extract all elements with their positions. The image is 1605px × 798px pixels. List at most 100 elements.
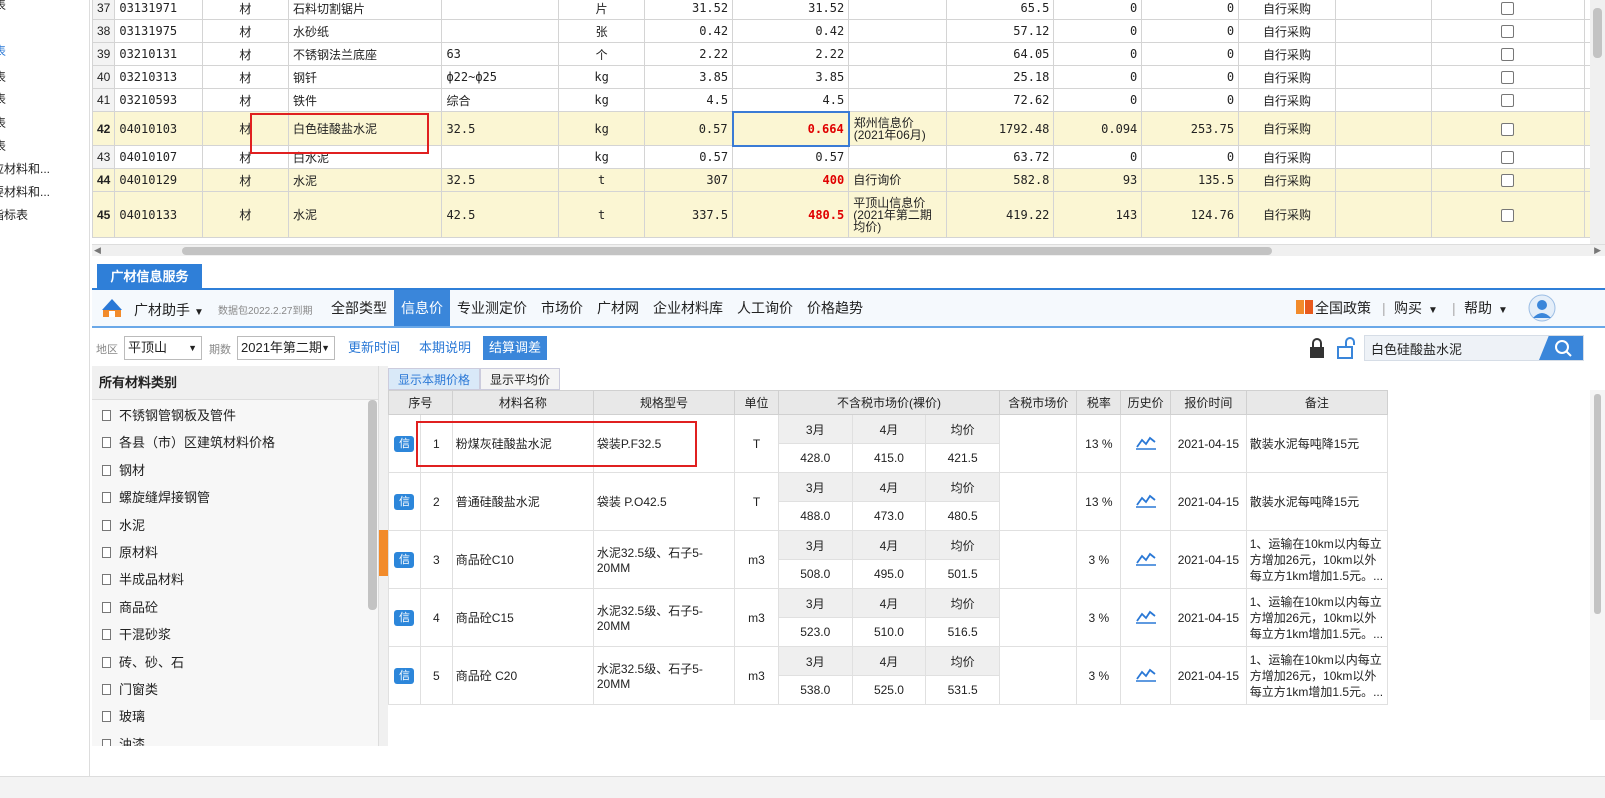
material-type[interactable]: 材 [201,168,290,192]
row-checkbox-cell[interactable] [1430,42,1586,66]
left-nav-item[interactable]: 应材料和... [0,160,50,177]
material-type[interactable]: 材 [201,191,290,238]
row-checkbox[interactable] [1501,48,1515,62]
row-checkbox[interactable] [1501,151,1515,165]
market-price[interactable]: 0.664 [731,110,850,147]
base-price[interactable]: 0.57 [644,111,734,146]
update-time-link[interactable]: 更新时间 [342,336,406,360]
price-diff[interactable]: 0 [1053,19,1143,43]
material-spec[interactable]: 32.5 [441,111,559,146]
price-row[interactable]: 信 2 普通硅酸盐水泥 袋装 P.O42.5 T 3月 4月 均价 13 % 2021-04-15… [388,472,1388,531]
price-value-m3[interactable]: 508.0 [777,559,853,589]
header-quote-time[interactable]: 报价时间 [1170,390,1247,415]
grid-row[interactable]: 39 03210131 材不锈钢法兰底座 63 个 2.22 2.22 64.05 0 0 自行采购 [92,42,1605,66]
material-spec[interactable]: 水泥32.5级、石子5-20MM [592,588,736,647]
category-item[interactable]: 半成品材料 [102,569,184,588]
row-checkbox-cell[interactable] [1430,65,1586,89]
header-tax[interactable]: 税率 [1076,390,1122,415]
diff-total[interactable]: 0 [1141,88,1240,112]
grid-row[interactable]: 42 04010103 材白色硅酸盐水泥 32.5 kg 0.57 0.664 郑州信息价(2… [92,110,1605,147]
quantity[interactable]: 57.12 [945,19,1055,43]
price-row[interactable]: 信 3 商品砼C10 水泥32.5级、石子5-20MM m3 3月 4月 均价 3 % 2021-… [388,530,1388,589]
row-checkbox[interactable] [1501,25,1515,39]
material-name[interactable]: 商品砼C15 [451,588,594,647]
material-code[interactable]: 04010103 [114,111,203,146]
base-price[interactable]: 4.5 [644,88,734,112]
price-source[interactable] [848,19,947,43]
material-unit[interactable]: 片 [557,0,646,20]
quantity[interactable]: 25.18 [945,65,1055,89]
price-diff[interactable]: 0 [1053,88,1143,112]
row-checkbox[interactable] [1501,2,1515,16]
material-spec[interactable]: 袋装 P.O42.5 [592,472,736,531]
material-spec[interactable]: 32.5 [441,168,559,192]
trend-chart-icon[interactable] [1135,492,1157,508]
category-item[interactable]: 商品砼 [102,597,158,616]
material-unit[interactable]: kg [557,88,646,112]
price-row[interactable]: 信 1 粉煤灰硅酸盐水泥 袋装P.F32.5 T 3月 4月 均价 13 % 2021-04-15… [388,414,1388,473]
quantity[interactable]: 1792.48 [945,111,1055,146]
material-unit[interactable]: m3 [734,646,779,705]
left-nav-item[interactable]: 要材料和... [0,183,50,200]
material-code[interactable]: 03131975 [114,19,203,43]
category-item[interactable]: 油漆 [102,734,145,746]
price-value-avg[interactable]: 501.5 [925,559,1000,589]
row-number[interactable]: 43 [92,145,116,169]
help-menu[interactable]: 帮助 ▼ [1464,290,1508,326]
quote-date[interactable]: 2021-04-15 [1170,530,1247,589]
price-source[interactable]: 平顶山信息价(2021年第二期均价) [848,191,947,238]
tab-price-type[interactable]: 人工询价 [730,290,800,326]
left-nav-item[interactable]: 表 [0,114,6,131]
history-cell[interactable] [1120,530,1172,589]
material-spec[interactable]: 63 [441,42,559,66]
grid-row[interactable]: 40 03210313 材钢钎 ф22~ф25 kg 3.85 3.85 25.18 0 0 自行采… [92,65,1605,89]
base-price[interactable]: 307 [644,168,734,192]
price-value-m4[interactable]: 525.0 [851,675,927,705]
collapse-handle[interactable] [379,530,388,576]
material-code[interactable]: 03131971 [114,0,203,20]
market-price[interactable]: 400 [732,168,850,192]
price-diff[interactable]: 143 [1053,191,1143,238]
supply-mode[interactable]: 自行采购 [1238,191,1337,238]
row-checkbox[interactable] [1501,122,1515,136]
tab-price-type[interactable]: 市场价 [534,290,590,326]
price-diff[interactable]: 0.094 [1053,111,1143,146]
tab-price-type[interactable]: 广材网 [590,290,646,326]
price-diff[interactable]: 0 [1053,145,1143,169]
grid-row[interactable]: 38 03131975 材水砂纸张 0.42 0.42 57.12 0 0 自行采购 [92,19,1605,43]
row-number[interactable]: 45 [92,191,116,238]
material-name[interactable]: 白水泥 [288,145,443,169]
material-spec[interactable] [441,19,559,43]
supply-mode[interactable]: 自行采购 [1238,42,1337,66]
price-diff[interactable]: 0 [1053,42,1143,66]
supply-mode[interactable]: 自行采购 [1238,111,1337,146]
diff-total[interactable]: 124.76 [1141,191,1240,238]
policy-button[interactable]: 全国政策 [1295,290,1371,326]
tab-price-type[interactable]: 专业测定价 [450,290,534,326]
left-nav-item[interactable]: 指标表 [0,206,28,223]
row-number[interactable]: 1 [419,414,453,473]
material-type[interactable]: 材 [201,19,290,43]
category-item[interactable]: 螺旋缝焊接钢管 [102,487,210,506]
row-number[interactable]: 40 [92,65,116,89]
material-name[interactable]: 铁件 [288,88,443,112]
trend-chart-icon[interactable] [1135,550,1157,566]
quote-date[interactable]: 2021-04-15 [1170,588,1247,647]
trend-chart-icon[interactable] [1135,666,1157,682]
material-name[interactable]: 白色硅酸盐水泥 [288,111,443,146]
material-name[interactable]: 钢钎 [288,65,443,89]
category-item[interactable]: 不锈钢管钢板及管件 [102,405,236,424]
grid-horizontal-scrollbar[interactable]: ◀ ▶ [92,244,1605,256]
price-value-m4[interactable]: 510.0 [851,617,927,647]
header-history[interactable]: 历史价 [1120,390,1172,415]
material-name[interactable]: 水泥 [288,191,443,238]
tax-rate[interactable]: 13 % [1076,472,1122,531]
row-number[interactable]: 38 [92,19,116,43]
supply-mode[interactable]: 自行采购 [1238,145,1337,169]
row-checkbox-cell[interactable] [1430,145,1586,169]
base-price[interactable]: 0.57 [644,145,734,169]
supply-mode[interactable]: 自行采购 [1238,168,1337,192]
tax-rate[interactable]: 13 % [1076,414,1122,473]
material-code[interactable]: 03210593 [114,88,203,112]
material-spec[interactable] [441,0,559,20]
